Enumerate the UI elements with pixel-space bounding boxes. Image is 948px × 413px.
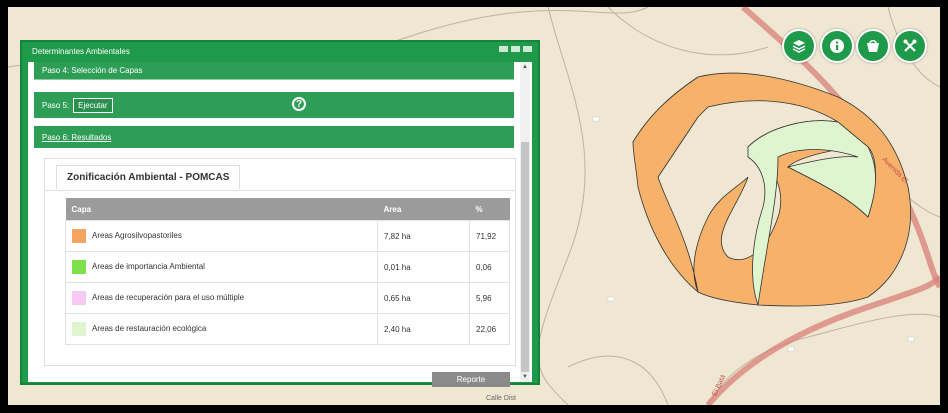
layers-button[interactable]	[782, 29, 816, 63]
layer-cell: Areas de restauración ecológica	[65, 313, 378, 345]
panel-title: Determinantes Ambientales	[32, 47, 130, 56]
map-footer-text: Calle Dist	[486, 395, 516, 402]
step-4-header[interactable]: Paso 4: Selección de Capas	[34, 62, 514, 80]
step-6-header[interactable]: Paso 6: Resultados	[34, 126, 514, 148]
col-capa: Capa	[65, 198, 378, 221]
layer-name: Areas de recuperación para el uso múltip…	[92, 293, 245, 303]
percent-cell: 22,06	[469, 313, 510, 345]
determinantes-panel: Determinantes Ambientales Paso 4: Selecc…	[20, 40, 540, 387]
info-icon	[830, 39, 844, 53]
color-swatch	[72, 291, 86, 305]
scroll-down-icon[interactable]: ▼	[522, 374, 528, 380]
color-swatch	[72, 260, 86, 274]
results-box: Zonificación Ambiental - POMCAS Capa Are…	[44, 158, 516, 366]
results-table: Capa Area % Areas Agrosilvopastoriles 7,…	[65, 198, 510, 345]
layer-name: Areas de importancia Ambiental	[92, 262, 205, 272]
layer-name: Areas Agrosilvopastoriles	[92, 231, 182, 241]
panel-controls	[499, 46, 532, 52]
minimize-button[interactable]	[499, 46, 508, 52]
report-button[interactable]: Reporte	[432, 372, 510, 387]
area-cell: 0,65 ha	[377, 282, 470, 314]
table-header-row: Capa Area %	[65, 198, 510, 221]
panel-scrollbar[interactable]: ▲ ▼	[520, 62, 530, 382]
execute-button[interactable]: Ejecutar	[73, 97, 113, 113]
tools-button[interactable]	[893, 29, 927, 63]
area-cell: 0,01 ha	[377, 251, 470, 283]
tools-icon	[903, 39, 917, 52]
panel-body: Paso 4: Selección de Capas Paso 5: Ejecu…	[28, 62, 532, 382]
table-row: Areas de restauración ecológica 2,40 ha …	[65, 313, 510, 345]
col-area: Area	[377, 198, 470, 221]
layer-name: Areas de restauración ecológica	[92, 324, 207, 334]
percent-cell: 0,06	[469, 251, 510, 283]
step-5-header: Paso 5: Ejecutar	[34, 92, 514, 118]
scroll-thumb[interactable]	[521, 142, 529, 372]
info-button[interactable]	[820, 29, 854, 63]
maximize-button[interactable]	[511, 46, 520, 52]
close-button[interactable]	[523, 46, 532, 52]
percent-cell: 71,92	[469, 220, 510, 252]
table-row: Areas Agrosilvopastoriles 7,82 ha 71,92	[65, 220, 510, 252]
area-cell: 2,40 ha	[377, 313, 470, 345]
tab-divider	[45, 190, 515, 191]
results-tab[interactable]: Zonificación Ambiental - POMCAS	[56, 165, 241, 189]
table-row: Areas de recuperación para el uso múltip…	[65, 282, 510, 314]
scroll-up-icon[interactable]: ▲	[522, 64, 528, 70]
percent-cell: 5,96	[469, 282, 510, 314]
layers-icon	[792, 40, 806, 53]
color-swatch	[72, 229, 86, 243]
layer-cell: Areas Agrosilvopastoriles	[65, 220, 378, 252]
help-icon[interactable]: ?	[292, 97, 306, 111]
layer-cell: Areas de recuperación para el uso múltip…	[65, 282, 378, 314]
basket-button[interactable]	[856, 29, 890, 63]
step-5-label: Paso 5:	[42, 100, 70, 110]
table-row: Areas de importancia Ambiental 0,01 ha 0…	[65, 251, 510, 283]
screenshot-frame: El Batá Avenida El Determinantes Ambient…	[0, 0, 948, 413]
color-swatch	[72, 322, 86, 336]
area-cell: 7,82 ha	[377, 220, 470, 252]
col-percent: %	[469, 198, 510, 221]
basket-icon	[867, 40, 879, 52]
layer-cell: Areas de importancia Ambiental	[65, 251, 378, 283]
